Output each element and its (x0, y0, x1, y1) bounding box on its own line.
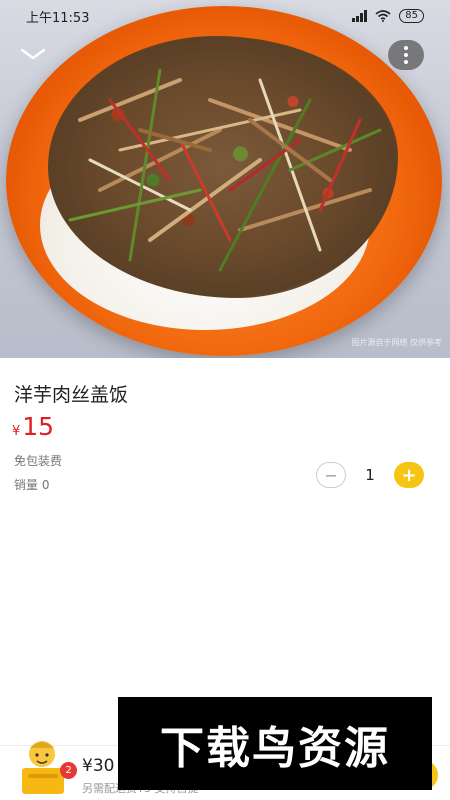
quantity-stepper: − 1 + (316, 462, 424, 488)
status-bar: 上午11:53 85 (0, 0, 450, 32)
quantity-value: 1 (365, 466, 375, 484)
product-price: ¥15 (12, 412, 54, 441)
hd-signal-icon (352, 10, 368, 22)
sales-count: 销量 0 (14, 478, 50, 492)
cart-total: ¥30 (82, 756, 115, 776)
cart-count-badge: 2 (60, 762, 77, 779)
image-caption: 图片源自于网络 仅供参考 (351, 338, 442, 347)
watermark-banner: 下载鸟资源 (118, 697, 432, 790)
price-value: 15 (22, 412, 55, 441)
watermark-text: 下载鸟资源 (160, 722, 390, 774)
product-image: 图片源自于网络 仅供参考 (0, 0, 450, 358)
collapse-button[interactable] (18, 42, 48, 66)
increase-button[interactable]: + (394, 462, 424, 488)
chevron-down-icon (20, 48, 46, 60)
status-time: 上午11:53 (26, 10, 90, 26)
status-icons: 85 (352, 9, 424, 23)
product-title: 洋芋肉丝盖饭 (14, 384, 129, 406)
more-button[interactable] (388, 40, 424, 70)
food-strands (68, 68, 382, 272)
more-vertical-icon (404, 46, 408, 64)
wifi-icon (375, 10, 391, 22)
packaging-fee: 免包装费 (14, 454, 63, 468)
price-currency: ¥ (12, 424, 21, 439)
decrease-button[interactable]: − (316, 462, 346, 488)
battery-icon: 85 (399, 9, 424, 23)
